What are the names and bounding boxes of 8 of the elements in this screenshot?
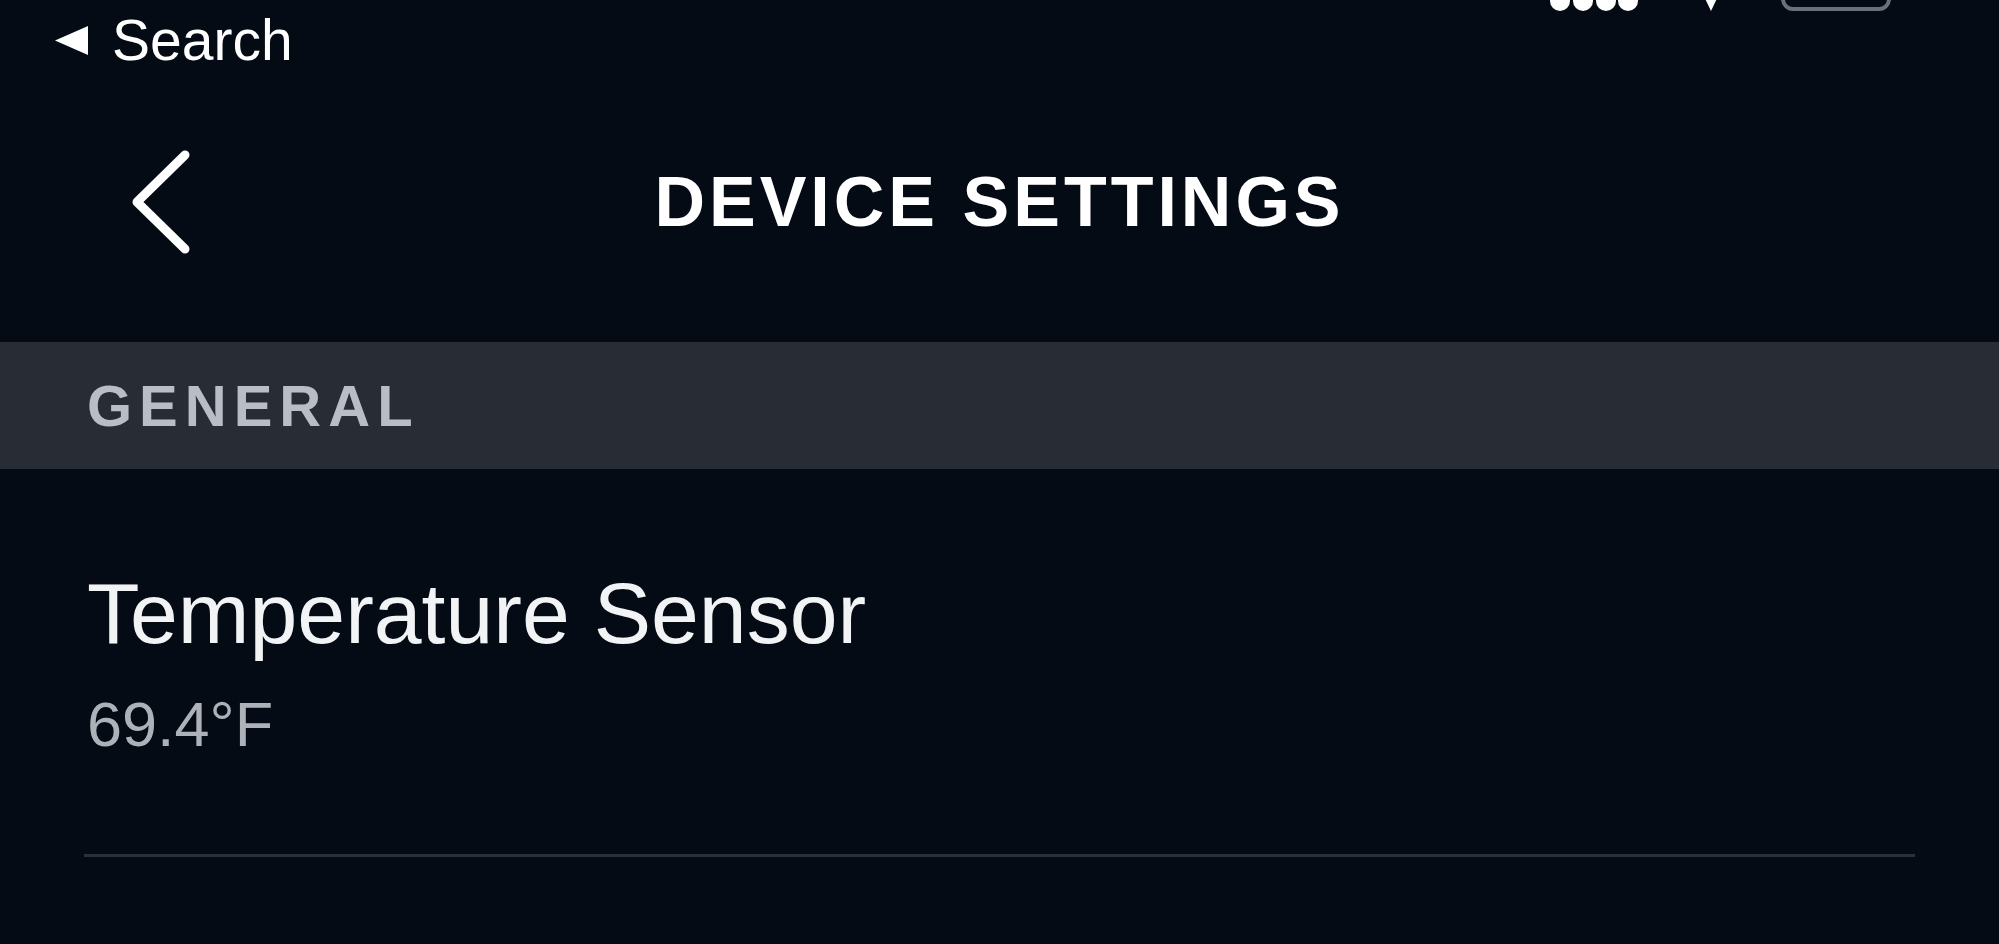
signal-icon: [1550, 0, 1638, 12]
back-to-search-link[interactable]: Search: [112, 7, 293, 73]
triangle-left-icon: [55, 25, 88, 55]
section-title: GENERAL: [87, 372, 420, 439]
battery-icon: [1780, 0, 1892, 12]
back-chevron-icon[interactable]: [131, 150, 191, 254]
setting-value: 69.4°F: [87, 689, 274, 759]
page-title: DEVICE SETTINGS: [654, 162, 1345, 242]
